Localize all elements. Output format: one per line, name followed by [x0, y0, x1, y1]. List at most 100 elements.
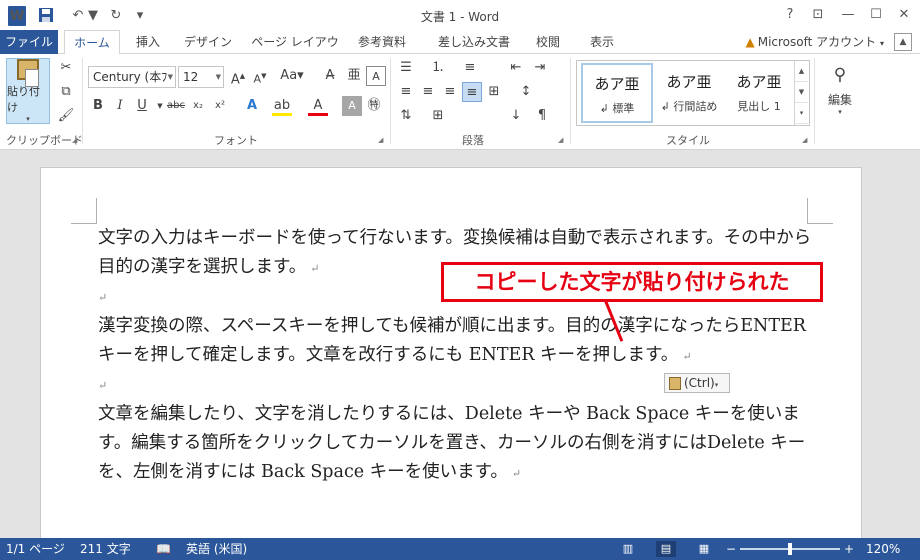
paste-options-button[interactable]: (Ctrl)▾	[664, 373, 730, 393]
tab-page-layout[interactable]: ページ レイアウト	[248, 30, 342, 73]
align-right-icon[interactable]: ≡	[440, 82, 460, 102]
tab-view[interactable]: 表示	[584, 30, 620, 54]
zoom-in-button[interactable]: +	[844, 538, 854, 560]
zoom-out-button[interactable]: −	[726, 538, 736, 560]
font-name-field[interactable]: Century (本ﾌ ▼	[88, 66, 176, 88]
group-divider	[82, 58, 83, 144]
font-size-field[interactable]: 12 ▼	[178, 66, 224, 88]
paragraph[interactable]: 漢字変換の際、スペースキーを押しても候補が順に出ます。目的の漢字になったらENT…	[98, 312, 814, 371]
superscript-icon[interactable]: x²	[210, 96, 230, 116]
dialog-launcher-icon[interactable]: ◢	[802, 136, 807, 144]
paragraph-text: 漢字変換の際、スペースキーを押しても候補が順に出ます。目的の漢字になったらENT…	[98, 316, 806, 365]
styles-gallery: あア亜 ↲ 標準 あア亜 ↲ 行間詰め あア亜 見出し 1	[576, 60, 810, 126]
account-label: Microsoft アカウント	[757, 35, 877, 49]
language-indicator[interactable]: 英語 (米国)	[186, 538, 247, 560]
group-divider	[814, 58, 815, 144]
tab-review[interactable]: 校閲	[528, 30, 568, 54]
copy-icon[interactable]: ⧉	[56, 82, 76, 102]
line-spacing-icon[interactable]: ↕	[516, 82, 536, 102]
document-page[interactable]: 文字の入力はキーボードを使って行ないます。変換候補は自動で表示されます。その中か…	[40, 167, 862, 547]
paste-button[interactable]: 貼り付け ▾	[6, 58, 50, 124]
tab-references[interactable]: 参考資料	[352, 30, 412, 54]
paragraph-mark: ↵	[98, 379, 108, 392]
editing-button[interactable]: ⚲ 編集 ▾	[820, 60, 860, 120]
underline-icon[interactable]: U	[132, 96, 152, 116]
paragraph-text: 文章を編集したり、文字を消したりするには、Delete キーや Back Spa…	[98, 404, 806, 482]
maximize-button[interactable]: ☐	[864, 4, 888, 26]
style-heading-1[interactable]: あア亜 見出し 1	[723, 63, 795, 123]
ribbon-collapse-button[interactable]: ▲	[894, 33, 912, 51]
format-painter-icon[interactable]: 🖌	[56, 106, 76, 126]
style-sample: あア亜	[594, 75, 640, 93]
clear-formatting-icon[interactable]: A̶	[320, 66, 340, 86]
chevron-up-icon[interactable]: ▲	[795, 61, 808, 82]
decrease-indent-icon[interactable]: ⇤	[506, 58, 526, 78]
paste-label: 貼り付け	[7, 85, 40, 114]
highlight-color-icon[interactable]: ab	[272, 96, 292, 116]
tab-insert[interactable]: 挿入	[128, 30, 168, 54]
page-count[interactable]: 1/1 ページ	[6, 538, 65, 560]
group-divider	[570, 58, 571, 144]
zoom-level[interactable]: 120%	[866, 538, 900, 560]
grow-font-icon[interactable]: A▲	[228, 66, 248, 87]
phonetic-guide-icon[interactable]: 亜	[344, 66, 364, 86]
tab-file[interactable]: ファイル	[0, 30, 58, 54]
close-button[interactable]: ✕	[892, 4, 916, 26]
justify-icon[interactable]: ≡	[462, 82, 482, 102]
subscript-icon[interactable]: x₂	[188, 96, 208, 116]
tab-mailings[interactable]: 差し込み文書	[432, 30, 516, 54]
enclose-characters-icon[interactable]: A	[366, 66, 386, 86]
increase-indent-icon[interactable]: ⇥	[530, 58, 550, 78]
more-styles-icon[interactable]: ▾	[795, 103, 808, 124]
zoom-slider-thumb[interactable]	[788, 543, 792, 555]
help-button[interactable]: ?	[778, 4, 802, 26]
ribbon-display-options-button[interactable]: ⊡	[806, 4, 830, 26]
tab-home[interactable]: ホーム	[64, 30, 120, 55]
word-count[interactable]: 211 文字	[80, 538, 131, 560]
account-menu[interactable]: ▲ Microsoft アカウント ▾	[745, 30, 884, 54]
strikethrough-icon[interactable]: abc	[166, 96, 186, 116]
print-layout-icon[interactable]: ▤	[656, 541, 676, 557]
chevron-down-icon: ▼	[167, 73, 173, 81]
cut-icon[interactable]: ✂	[56, 58, 76, 78]
chevron-down-icon: ▾	[714, 381, 719, 389]
chevron-down-icon: ▾	[26, 115, 30, 123]
multilevel-list-icon[interactable]: ≡	[460, 58, 480, 78]
chevron-down-icon: ▾	[879, 39, 884, 48]
chevron-down-icon: ▾	[838, 107, 842, 116]
text-effects-icon[interactable]: A	[242, 96, 262, 116]
character-shading-icon[interactable]: A	[342, 96, 362, 116]
distributed-icon[interactable]: ⊞	[484, 82, 504, 102]
tab-design[interactable]: デザイン	[178, 30, 238, 54]
paragraph[interactable]: 文章を編集したり、文字を消したりするには、Delete キーや Back Spa…	[98, 400, 814, 488]
style-no-spacing[interactable]: あア亜 ↲ 行間詰め	[653, 63, 725, 123]
paragraph-group-label: 段落	[462, 134, 484, 147]
style-sample: あア亜	[666, 73, 712, 91]
align-center-icon[interactable]: ≡	[418, 82, 438, 102]
dialog-launcher-icon[interactable]: ◢	[378, 136, 383, 144]
font-color-icon[interactable]: A	[308, 96, 328, 116]
align-left-icon[interactable]: ≡	[396, 82, 416, 102]
dialog-launcher-icon[interactable]: ◢	[72, 136, 77, 144]
bullets-icon[interactable]: ☰	[396, 58, 416, 78]
minimize-button[interactable]: —	[836, 4, 860, 26]
find-icon: ⚲	[833, 64, 847, 85]
proofing-icon[interactable]: 📖	[156, 538, 171, 560]
enclosed-character-icon[interactable]: ㊕	[364, 96, 384, 116]
italic-icon[interactable]: I	[110, 96, 130, 116]
dialog-launcher-icon[interactable]: ◢	[558, 136, 563, 144]
chevron-down-icon[interactable]: ▼	[795, 82, 808, 103]
show-marks-icon[interactable]: ¶	[532, 106, 552, 126]
numbering-icon[interactable]: ⒈	[428, 58, 448, 78]
shrink-font-icon[interactable]: A▼	[250, 66, 270, 86]
sort-ascending-icon[interactable]: ↓	[506, 106, 526, 126]
change-case-icon[interactable]: Aa▾	[278, 66, 306, 86]
bold-icon[interactable]: B	[88, 96, 108, 116]
borders-icon[interactable]: ⊞	[428, 106, 448, 126]
style-normal[interactable]: あア亜 ↲ 標準	[581, 63, 653, 123]
chevron-down-icon: ▼	[215, 73, 221, 81]
read-mode-icon[interactable]: ▥	[618, 541, 638, 557]
styles-gallery-scroll: ▲ ▼ ▾	[794, 61, 808, 125]
web-layout-icon[interactable]: ▦	[694, 541, 714, 557]
sort-icon[interactable]: ⇅	[396, 106, 416, 126]
